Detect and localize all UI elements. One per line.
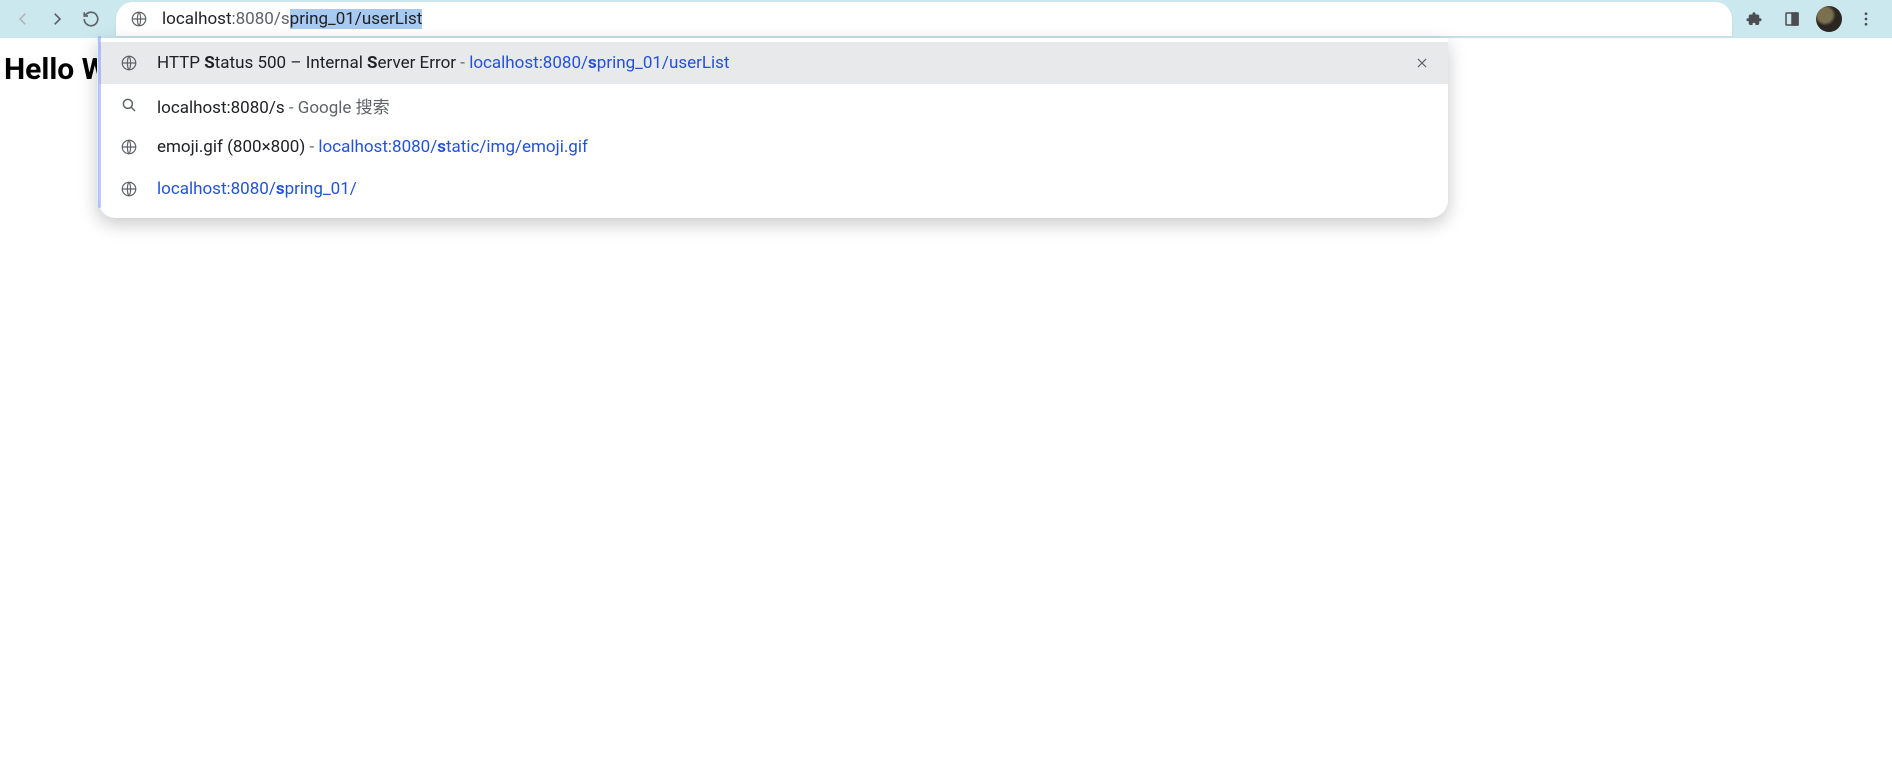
suggestion-row[interactable]: emoji.gif (800×800) - localhost:8080/sta… <box>99 126 1448 168</box>
search-icon <box>119 95 139 115</box>
nav-forward-button[interactable] <box>40 4 74 34</box>
suggestion-text: localhost:8080/s - Google 搜索 <box>157 93 1432 118</box>
globe-icon <box>119 179 139 199</box>
url-autocomplete-selection: pring_01/userList <box>290 9 423 29</box>
extensions-icon[interactable] <box>1738 4 1770 34</box>
suggestion-row[interactable]: localhost:8080/spring_01/ <box>99 168 1448 210</box>
suggestion-row[interactable]: localhost:8080/s - Google 搜索 <box>99 84 1448 126</box>
browser-toolbar: localhost:8080/spring_01/userList <box>0 0 1892 38</box>
url-typed: /s <box>274 9 290 29</box>
profile-avatar[interactable] <box>1816 6 1842 32</box>
omnibox-suggestions: HTTP Status 500 – Internal Server Error … <box>97 38 1448 218</box>
site-info-icon[interactable] <box>130 10 148 28</box>
suggestion-text: localhost:8080/spring_01/ <box>157 179 1432 199</box>
suggestion-row[interactable]: HTTP Status 500 – Internal Server Error … <box>99 42 1448 84</box>
globe-icon <box>119 53 139 73</box>
globe-icon <box>119 137 139 157</box>
url-port: :8080 <box>232 9 274 29</box>
kebab-menu-icon[interactable] <box>1850 4 1882 34</box>
suggestion-text: emoji.gif (800×800) - localhost:8080/sta… <box>157 137 1432 157</box>
nav-back-button[interactable] <box>6 4 40 34</box>
url-text: localhost:8080/spring_01/userList <box>162 9 422 29</box>
panel-icon[interactable] <box>1776 4 1808 34</box>
nav-reload-button[interactable] <box>74 4 108 34</box>
url-host: localhost <box>162 9 232 29</box>
address-bar[interactable]: localhost:8080/spring_01/userList <box>116 2 1732 36</box>
toolbar-right <box>1738 4 1886 34</box>
suggestion-text: HTTP Status 500 – Internal Server Error … <box>157 53 1412 73</box>
remove-suggestion-icon[interactable] <box>1412 53 1432 73</box>
